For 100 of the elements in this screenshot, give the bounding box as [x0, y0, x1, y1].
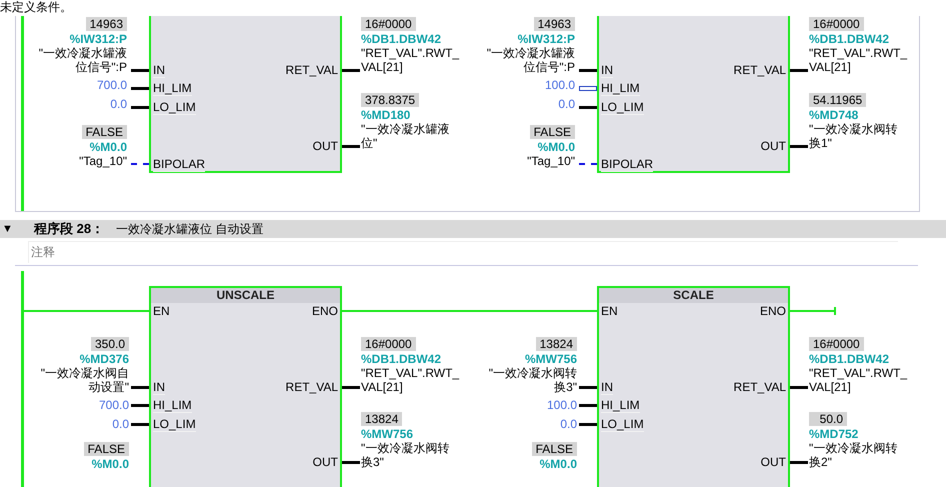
operand-address: %MD748	[809, 108, 858, 122]
wire	[342, 69, 360, 72]
operand-address: %M0.0	[540, 457, 577, 471]
operand-symbol: "Tag_10"	[527, 154, 575, 168]
operand-address: %IW312:P	[70, 32, 127, 46]
pin-label: EN	[601, 304, 618, 318]
operand-value: 16#0000	[809, 337, 864, 351]
wire	[342, 386, 360, 389]
network-header[interactable]: ▼ 程序段 28： 一效冷凝水罐液位 自动设置	[0, 220, 946, 238]
pin-label: LO_LIM	[153, 417, 196, 432]
pin-label: BIPOLAR	[153, 157, 206, 172]
operand-address: %IW312:P	[518, 32, 575, 46]
operand-symbol: 位信号":P	[523, 60, 575, 74]
constant-value: 0.0	[558, 97, 575, 111]
pin-label: LO_LIM	[601, 100, 644, 115]
operand-symbol: 位"	[361, 136, 378, 150]
wire	[790, 386, 808, 389]
operand-symbol: "一效冷凝水罐液	[361, 122, 450, 136]
condition-note: 未定义条件。	[0, 0, 72, 16]
constant-value: 100.0	[546, 398, 577, 412]
operand-value: 14963	[534, 17, 575, 31]
operand-value: FALSE	[530, 125, 575, 139]
pin-label: HI_LIM	[153, 81, 192, 96]
operand-symbol: "一效冷凝水阀自	[40, 366, 129, 380]
operand-address: %MW756	[361, 427, 414, 441]
operand-symbol: "一效冷凝水阀转	[809, 122, 898, 136]
pin-label: EN	[153, 304, 170, 318]
operand-symbol: "RET_VAL".RWT_	[361, 366, 460, 380]
pin-label: ENO	[758, 304, 786, 318]
function-block[interactable]	[597, 16, 790, 173]
constant-value: 100.0	[544, 78, 575, 92]
operand-address: %DB1.DBW42	[809, 32, 890, 46]
operand-symbol: 换3"	[554, 380, 577, 394]
operand-address: %M0.0	[538, 140, 575, 154]
operand-value: FALSE	[84, 442, 129, 456]
operand-symbol: "一效冷凝水阀转	[809, 441, 898, 455]
operand-symbol: VAL[21]	[361, 60, 403, 74]
operand-value: 14963	[86, 17, 127, 31]
pin-label: HI_LIM	[601, 398, 640, 413]
pin-label: HI_LIM	[601, 81, 640, 96]
block-title: SCALE	[599, 288, 788, 303]
operand-symbol: "一效冷凝水罐液	[38, 46, 127, 60]
collapse-toggle[interactable]: ▼	[2, 220, 28, 238]
operand-address: %DB1.DBW42	[361, 352, 442, 366]
operand-address: %MW756	[524, 352, 577, 366]
operand-address: %DB1.DBW42	[361, 32, 442, 46]
operand-symbol: VAL[21]	[361, 380, 403, 394]
pin-label: BIPOLAR	[601, 157, 654, 172]
constant-value: 0.0	[112, 417, 129, 431]
operand-value: 54.11965	[809, 93, 866, 107]
operand-value: 16#0000	[361, 337, 416, 351]
pin-label: IN	[153, 63, 165, 78]
operand-address: %MD752	[809, 427, 858, 441]
constant-value: 700.0	[96, 78, 127, 92]
pin-label: HI_LIM	[153, 398, 192, 413]
operand-address: %DB1.DBW42	[809, 352, 890, 366]
operand-symbol: VAL[21]	[809, 60, 851, 74]
pin-label: OUT	[760, 139, 786, 153]
pin-label: RET_VAL	[284, 380, 338, 394]
operand-symbol: "RET_VAL".RWT_	[361, 46, 460, 60]
comment-field[interactable]: 注释	[28, 240, 898, 262]
operand-symbol: 换1"	[809, 136, 832, 150]
network-title: 一效冷凝水罐液位 自动设置	[116, 221, 264, 238]
operand-symbol: 换3"	[361, 455, 384, 469]
operand-symbol: "RET_VAL".RWT_	[809, 366, 908, 380]
operand-symbol: VAL[21]	[809, 380, 851, 394]
pin-label: RET_VAL	[732, 63, 786, 77]
wire	[790, 69, 808, 72]
operand-value: 50.0	[809, 412, 847, 426]
pin-label: LO_LIM	[601, 417, 644, 432]
operand-symbol: 换2"	[809, 455, 832, 469]
operand-address: %MD376	[80, 352, 129, 366]
operand-symbol: 位信号":P	[75, 60, 127, 74]
operand-value: FALSE	[532, 442, 577, 456]
wire	[342, 145, 360, 148]
operand-value: FALSE	[82, 125, 127, 139]
operand-address: %MD180	[361, 108, 410, 122]
pin-label: OUT	[760, 455, 786, 469]
constant-value: 0.0	[560, 417, 577, 431]
pin-label: LO_LIM	[153, 100, 196, 115]
operand-value: 16#0000	[809, 17, 864, 31]
pin-label: IN	[601, 380, 613, 395]
operand-symbol: "一效冷凝水阀转	[488, 366, 577, 380]
operand-address: %M0.0	[90, 140, 127, 154]
network-label: 程序段 28：	[34, 220, 104, 238]
operand-value: 16#0000	[361, 17, 416, 31]
operand-symbol: "一效冷凝水阀转	[361, 441, 450, 455]
pin-label: RET_VAL	[284, 63, 338, 77]
operand-value: 350.0	[90, 337, 129, 351]
constant-value: 0.0	[110, 97, 127, 111]
operand-address: %M0.0	[92, 457, 129, 471]
operand-symbol: "一效冷凝水罐液	[486, 46, 575, 60]
operand-symbol: "Tag_10"	[79, 154, 127, 168]
wire	[790, 461, 808, 464]
operand-symbol: "RET_VAL".RWT_	[809, 46, 908, 60]
operand-value: 378.8375	[361, 93, 420, 107]
operand-value: 13824	[361, 412, 402, 426]
pin-label: OUT	[312, 455, 338, 469]
function-block[interactable]	[149, 16, 342, 173]
operand-symbol: 动设置"	[88, 380, 129, 394]
